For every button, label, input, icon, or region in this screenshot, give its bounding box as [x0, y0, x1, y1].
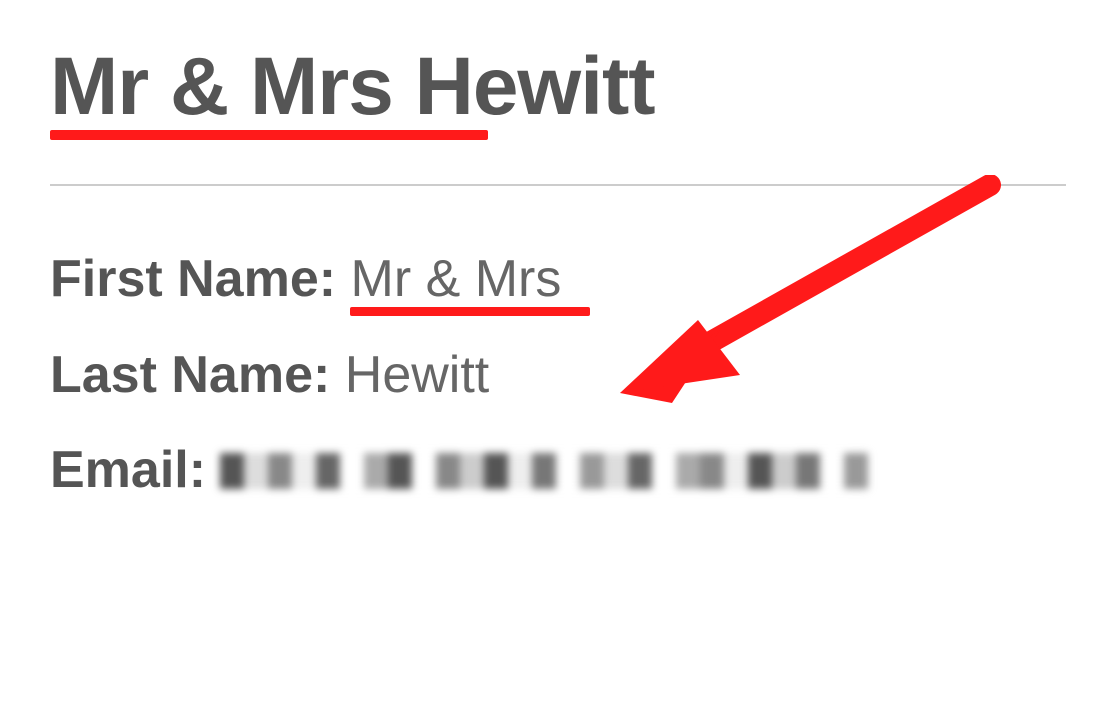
email-value-redacted: [220, 453, 868, 489]
first-name-label: First Name:: [50, 250, 336, 308]
first-name-row: First Name: Mr & Mrs: [50, 246, 1066, 314]
annotation-underline-title: [50, 130, 488, 140]
last-name-label: Last Name:: [50, 346, 330, 404]
first-name-value: Mr & Mrs: [351, 250, 562, 308]
last-name-value: Hewitt: [345, 346, 489, 404]
email-row: Email:: [50, 437, 1066, 505]
page-title: Mr & Mrs Hewitt: [50, 40, 655, 134]
annotation-underline-first-name: [350, 307, 590, 316]
title-text: Mr & Mrs Hewitt: [50, 41, 655, 132]
email-label: Email:: [50, 437, 206, 505]
last-name-row: Last Name: Hewitt: [50, 342, 1066, 410]
divider: [50, 184, 1066, 186]
